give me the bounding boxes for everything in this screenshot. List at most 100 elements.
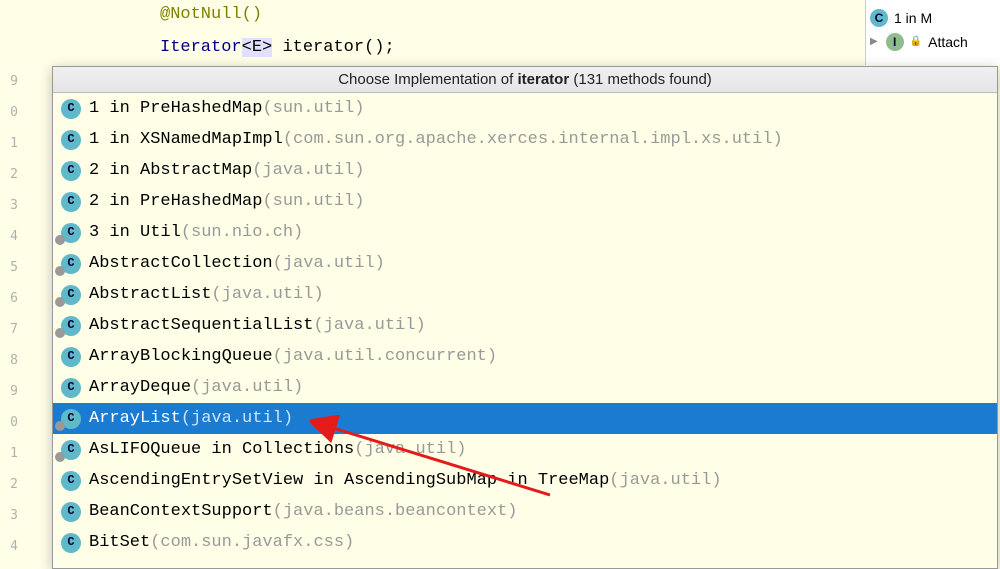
list-item[interactable]: C 2 in PreHashedMap (sun.util) xyxy=(53,186,997,217)
sidebar-item[interactable]: C 1 in M xyxy=(870,6,996,30)
list-item[interactable]: C BeanContextSupport (java.beans.beancont… xyxy=(53,496,997,527)
list-item[interactable]: C 1 in XSNamedMapImpl (com.sun.org.apache… xyxy=(53,124,997,155)
item-name: 2 in PreHashedMap xyxy=(89,189,262,214)
item-name: AbstractList xyxy=(89,282,211,307)
class-icon: C xyxy=(870,9,888,27)
type-identifier: Iterator xyxy=(160,38,242,57)
class-icon: C xyxy=(61,161,81,181)
line-number: 0 xyxy=(0,407,20,438)
item-name: 2 in AbstractMap xyxy=(89,158,252,183)
item-name: 1 in XSNamedMapImpl xyxy=(89,127,283,152)
item-name: ArrayList xyxy=(89,406,181,431)
class-icon: C xyxy=(61,223,81,243)
popup-header: Choose Implementation of iterator (131 m… xyxy=(53,67,997,93)
line-number: 2 xyxy=(0,469,20,500)
item-package: (java.util) xyxy=(273,251,385,276)
sidebar-item-label: Attach xyxy=(928,30,968,54)
list-item[interactable]: C AbstractList (java.util) xyxy=(53,279,997,310)
list-item[interactable]: C BitSet (com.sun.javafx.css) xyxy=(53,527,997,558)
line-number: 6 xyxy=(0,283,20,314)
item-package: (java.beans.beancontext) xyxy=(273,499,518,524)
list-item[interactable]: C AbstractCollection (java.util) xyxy=(53,248,997,279)
item-name: ArrayBlockingQueue xyxy=(89,344,273,369)
line-number: 1 xyxy=(0,128,20,159)
line-number: 2 xyxy=(0,159,20,190)
class-icon: C xyxy=(61,502,81,522)
abstract-badge-icon xyxy=(55,266,65,276)
item-package: (java.util) xyxy=(354,437,466,462)
chevron-right-icon: ▶ xyxy=(870,30,878,54)
list-item[interactable]: C ArrayBlockingQueue (java.util.concurren… xyxy=(53,341,997,372)
interface-icon: I xyxy=(886,33,904,51)
item-name: AsLIFOQueue in Collections xyxy=(89,437,354,462)
structure-sidebar: C 1 in M ▶ I 🔒 Attach xyxy=(865,0,1000,65)
abstract-badge-icon xyxy=(55,421,65,431)
class-icon: C xyxy=(61,316,81,336)
implementations-popup: Choose Implementation of iterator (131 m… xyxy=(52,66,998,569)
abstract-badge-icon xyxy=(55,328,65,338)
class-icon: C xyxy=(61,285,81,305)
item-package: (java.util) xyxy=(211,282,323,307)
line-number: 4 xyxy=(0,221,20,252)
line-number: 3 xyxy=(0,500,20,531)
item-package: (sun.nio.ch) xyxy=(181,220,303,245)
lock-icon: 🔒 xyxy=(910,30,922,54)
item-name: BitSet xyxy=(89,530,150,555)
class-icon: C xyxy=(61,440,81,460)
generic-highlight: <E> xyxy=(242,38,273,57)
item-name: BeanContextSupport xyxy=(89,499,273,524)
list-item[interactable]: C AbstractSequentialList (java.util) xyxy=(53,310,997,341)
line-number: 1 xyxy=(0,438,20,469)
sidebar-item-label: 1 in M xyxy=(894,6,932,30)
line-number: 9 xyxy=(0,376,20,407)
parens: (); xyxy=(364,38,395,57)
list-item[interactable]: C 3 in Util (sun.nio.ch) xyxy=(53,217,997,248)
item-package: (java.util) xyxy=(313,313,425,338)
class-icon: C xyxy=(61,533,81,553)
implementations-list[interactable]: C 1 in PreHashedMap (sun.util) C 1 in XSNam… xyxy=(53,93,997,558)
popup-title-method: iterator xyxy=(518,71,570,88)
class-icon: C xyxy=(61,254,81,274)
class-icon: C xyxy=(61,130,81,150)
list-item[interactable]: C AsLIFOQueue in Collections (java.util) xyxy=(53,434,997,465)
abstract-badge-icon xyxy=(55,235,65,245)
class-icon: C xyxy=(61,99,81,119)
class-icon: C xyxy=(61,347,81,367)
class-icon: C xyxy=(61,471,81,491)
item-package: (java.util) xyxy=(191,375,303,400)
abstract-badge-icon xyxy=(55,452,65,462)
item-name: AscendingEntrySetView in AscendingSubMap… xyxy=(89,468,609,493)
class-icon: C xyxy=(61,409,81,429)
popup-title-post: (131 methods found) xyxy=(569,71,712,88)
editor-code-area[interactable]: @NotNull() Iterator<E> iterator(); xyxy=(0,0,1000,66)
line-number: 4 xyxy=(0,531,20,562)
item-package: (sun.util) xyxy=(262,189,364,214)
class-icon: C xyxy=(61,192,81,212)
abstract-badge-icon xyxy=(55,297,65,307)
item-package: (com.sun.javafx.css) xyxy=(150,530,354,555)
line-number: 9 xyxy=(0,66,20,97)
item-name: AbstractSequentialList xyxy=(89,313,313,338)
item-package: (com.sun.org.apache.xerces.internal.impl… xyxy=(283,127,783,152)
item-name: AbstractCollection xyxy=(89,251,273,276)
item-name: 1 in PreHashedMap xyxy=(89,96,262,121)
item-name: 3 in Util xyxy=(89,220,181,245)
item-package: (java.util.concurrent) xyxy=(273,344,497,369)
line-number: 7 xyxy=(0,314,20,345)
list-item[interactable]: C 1 in PreHashedMap (sun.util) xyxy=(53,93,997,124)
item-package: (sun.util) xyxy=(262,96,364,121)
popup-title-pre: Choose Implementation of xyxy=(338,71,517,88)
line-number: 5 xyxy=(0,252,20,283)
list-item[interactable]: C 2 in AbstractMap (java.util) xyxy=(53,155,997,186)
line-number: 8 xyxy=(0,345,20,376)
item-package: (java.util) xyxy=(252,158,364,183)
sidebar-item[interactable]: ▶ I 🔒 Attach xyxy=(870,30,996,54)
item-package: (java.util) xyxy=(181,406,293,431)
list-item[interactable]: C ArrayDeque (java.util) xyxy=(53,372,997,403)
class-icon: C xyxy=(61,378,81,398)
list-item[interactable]: C ArrayList (java.util) xyxy=(53,403,997,434)
line-number: 0 xyxy=(0,97,20,128)
list-item[interactable]: C AscendingEntrySetView in AscendingSubMa… xyxy=(53,465,997,496)
item-name: ArrayDeque xyxy=(89,375,191,400)
method-name: iterator xyxy=(282,38,364,57)
